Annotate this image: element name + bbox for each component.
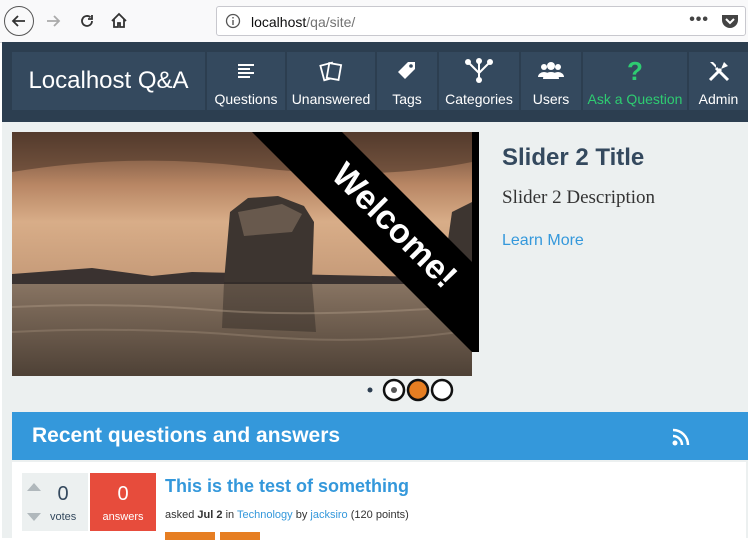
url-text: localhost/qa/site/ xyxy=(251,14,355,30)
nav-admin[interactable]: Admin xyxy=(689,52,748,110)
user-points: (120 points) xyxy=(350,509,409,521)
slide-description: Slider 2 Description xyxy=(502,187,656,208)
asked-date: Jul 2 xyxy=(197,509,223,521)
slider-pagination xyxy=(366,378,466,402)
question-mark-icon: ? xyxy=(627,55,643,86)
nav-tags[interactable]: Tags xyxy=(377,52,437,110)
tag-icon xyxy=(377,58,437,84)
vote-down-icon xyxy=(27,513,41,521)
nav-ask-question-label: Ask a Question xyxy=(587,91,683,107)
url-path: /qa/site/ xyxy=(306,14,356,30)
arrow-right-icon xyxy=(47,15,61,27)
asked-label: asked xyxy=(165,509,195,521)
categories-icon xyxy=(439,58,519,84)
nav-users-label: Users xyxy=(532,91,570,107)
nav-admin-label: Admin xyxy=(698,91,739,107)
nav-tags-label: Tags xyxy=(392,91,422,107)
question-meta: asked Jul 2 in Technology by jacksiro (1… xyxy=(165,509,409,521)
pocket-icon[interactable] xyxy=(721,13,739,34)
category-link[interactable]: Technology xyxy=(237,509,293,521)
nav-ask-question[interactable]: ? Ask a Question xyxy=(583,52,687,110)
recent-header: Recent questions and answers xyxy=(12,412,748,460)
reload-icon xyxy=(81,15,93,27)
site-header: Localhost Q&A Questions Unanswered Tags … xyxy=(2,42,748,122)
answers-box: 0 answers xyxy=(90,473,156,531)
back-button[interactable] xyxy=(4,6,34,36)
question-title[interactable]: This is the test of something xyxy=(165,476,409,497)
nav-unanswered[interactable]: Unanswered xyxy=(287,52,375,110)
slide-dot-small xyxy=(367,387,373,393)
home-button[interactable] xyxy=(104,6,134,36)
users-icon xyxy=(521,58,581,84)
unanswered-icon xyxy=(287,58,375,84)
user-link[interactable]: jacksiro xyxy=(310,509,347,521)
info-icon[interactable] xyxy=(225,13,241,34)
slide-title: Slider 2 Title xyxy=(502,144,645,171)
tools-icon xyxy=(689,58,748,84)
nav-unanswered-label: Unanswered xyxy=(291,91,371,107)
ribbon-tail xyxy=(472,132,479,352)
questions-icon xyxy=(207,58,285,84)
answers-label: answers xyxy=(102,511,144,523)
nav-questions[interactable]: Questions xyxy=(207,52,285,110)
nav-categories[interactable]: Categories xyxy=(439,52,519,110)
vote-up-icon xyxy=(27,483,41,491)
question-item: 0 votes 0 answers This is the test of so… xyxy=(12,462,746,540)
home-icon xyxy=(111,12,127,28)
slider-image[interactable]: Welcome! xyxy=(12,132,472,376)
votes-label: votes xyxy=(50,511,77,523)
recent-heading: Recent questions and answers xyxy=(32,424,341,447)
in-label: in xyxy=(225,509,235,521)
browser-toolbar: localhost/qa/site/ ••• xyxy=(0,0,748,43)
url-host: localhost xyxy=(251,14,307,30)
answer-count: 0 xyxy=(117,483,129,505)
rss-icon[interactable] xyxy=(672,428,690,451)
votes-box: 0 votes xyxy=(22,473,88,531)
nav-users[interactable]: Users xyxy=(521,52,581,110)
page-actions-menu[interactable]: ••• xyxy=(689,11,709,29)
forward-button[interactable] xyxy=(38,6,68,36)
tag-item[interactable] xyxy=(220,532,260,540)
nav-categories-label: Categories xyxy=(445,91,513,107)
arrow-left-icon xyxy=(11,15,25,27)
site-logo[interactable]: Localhost Q&A xyxy=(12,52,205,110)
reload-button[interactable] xyxy=(72,6,102,36)
site-page: Localhost Q&A Questions Unanswered Tags … xyxy=(2,42,748,540)
slide-dot-2-active xyxy=(406,378,430,402)
learn-more-link[interactable]: Learn More xyxy=(502,232,584,250)
tag-item[interactable] xyxy=(165,532,215,540)
vote-count: 0 xyxy=(57,483,69,505)
nav-questions-label: Questions xyxy=(214,91,278,107)
slide-dot-3 xyxy=(430,378,454,402)
address-bar[interactable]: localhost/qa/site/ ••• xyxy=(216,6,746,36)
by-label: by xyxy=(295,509,308,521)
